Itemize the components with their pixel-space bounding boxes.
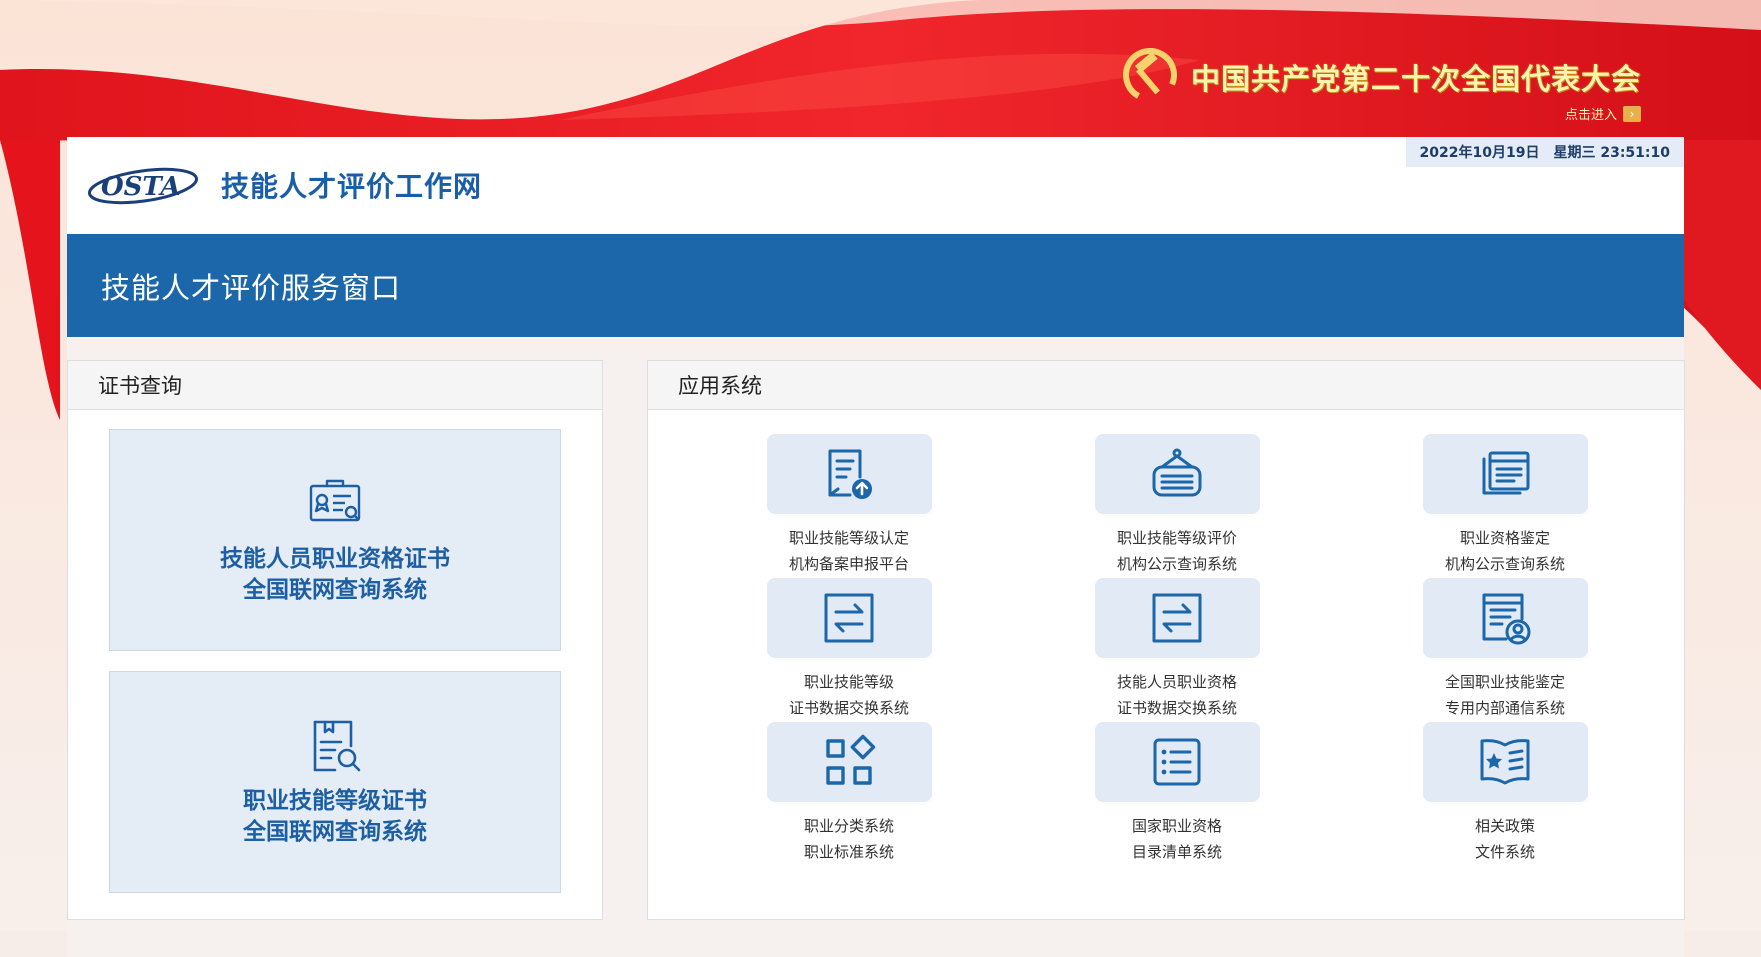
app-label-line1: 职业资格鉴定 [1459, 529, 1550, 547]
app-label-line1: 职业分类系统 [803, 817, 894, 835]
app-label-line1: 全国职业技能鉴定 [1444, 673, 1565, 691]
cert-card-label: 技能人员职业资格证书 全国联网查询系统 [220, 544, 450, 606]
app-icon-box [1094, 434, 1260, 514]
certificate-query-panel: 证书查询 技能人员职业资格证书 全国联网查询系统 职业技能等级证书 全国联网查询… [67, 360, 603, 920]
document-search-icon [313, 720, 361, 772]
current-datetime: 2022年10月19日 星期三 23:51:10 [1405, 137, 1684, 167]
app-label: 相关政策 文件系统 [1475, 813, 1535, 865]
party-banner-title: 中国共产党第二十次全国代表大会 [1190, 62, 1641, 96]
app-label-line2: 机构公示查询系统 [1116, 555, 1237, 573]
app-icon-box [766, 434, 932, 514]
app-item-skill-level-data-exchange[interactable]: 职业技能等级 证书数据交换系统 [739, 578, 959, 721]
app-label: 职业技能等级认定 机构备案申报平台 [789, 525, 909, 577]
svg-text:OSTA: OSTA [101, 172, 181, 202]
app-icon-box [766, 722, 932, 802]
cert-card-line1: 技能人员职业资格证书 [220, 546, 450, 572]
hammer-sickle-icon [1122, 48, 1177, 102]
app-label: 全国职业技能鉴定 专用内部通信系统 [1445, 669, 1565, 721]
main-page: OSTA 技能人才评价工作网 2022年10月19日 星期三 23:51:10 技… [67, 137, 1685, 957]
document-user-icon [1482, 593, 1531, 645]
app-item-skill-level-recognition-filing[interactable]: 职业技能等级认定 机构备案申报平台 [739, 434, 959, 577]
app-item-skill-level-evaluation-public[interactable]: 职业技能等级评价 机构公示查询系统 [1067, 434, 1287, 577]
app-label: 职业资格鉴定 机构公示查询系统 [1445, 525, 1565, 577]
exchange-arrows-icon [1152, 593, 1202, 643]
document-upload-icon [828, 449, 872, 499]
app-label-line2: 目录清单系统 [1131, 843, 1222, 861]
site-title: 技能人才评价工作网 [221, 170, 483, 203]
content-area: 证书查询 技能人员职业资格证书 全国联网查询系统 职业技能等级证书 全国联网查询… [67, 337, 1685, 957]
chevron-right-icon: › [1623, 105, 1641, 122]
app-label-line1: 职业技能等级 [803, 673, 894, 691]
app-item-qualification-appraisal-public[interactable]: 职业资格鉴定 机构公示查询系统 [1395, 434, 1615, 577]
app-label-line1: 技能人员职业资格 [1116, 673, 1237, 691]
app-label: 职业分类系统 职业标准系统 [804, 813, 894, 865]
app-label-line2: 机构公示查询系统 [1444, 555, 1565, 573]
app-item-national-qualification-catalog[interactable]: 国家职业资格 目录清单系统 [1067, 722, 1287, 865]
app-label-line2: 证书数据交换系统 [788, 699, 909, 717]
app-icon-box [1094, 722, 1260, 802]
current-weekday-time: 星期三 23:51:10 [1553, 145, 1670, 161]
app-icon-box [1422, 722, 1588, 802]
app-label: 职业技能等级评价 机构公示查询系统 [1117, 525, 1237, 577]
current-date: 2022年10月19日 [1419, 145, 1540, 161]
app-icon-box [1422, 578, 1588, 658]
stacked-documents-icon [1482, 451, 1530, 495]
app-label: 职业技能等级 证书数据交换系统 [789, 669, 909, 721]
cert-card-line1: 职业技能等级证书 [243, 788, 427, 814]
osta-logo-icon: OSTA [87, 167, 199, 205]
app-item-policy-documents[interactable]: 相关政策 文件系统 [1395, 722, 1615, 865]
app-label-line1: 国家职业资格 [1131, 817, 1222, 835]
enter-link[interactable]: 点击进入 › [1565, 104, 1641, 123]
app-label-line2: 机构备案申报平台 [788, 555, 909, 573]
app-label: 技能人员职业资格 证书数据交换系统 [1117, 669, 1237, 721]
applications-panel: 应用系统 职业技能等级认定 机构备案申报平台 职业技能等级评价 机构公示查询系统… [647, 360, 1685, 920]
app-item-occupation-classification[interactable]: 职业分类系统 职业标准系统 [739, 722, 959, 865]
site-header: OSTA 技能人才评价工作网 2022年10月19日 星期三 23:51:10 [67, 137, 1684, 234]
cert-card-line2: 全国联网查询系统 [243, 577, 427, 603]
party-congress-banner[interactable]: 中国共产党第二十次全国代表大会 点击进入 › [1122, 48, 1641, 123]
exchange-arrows-icon [824, 593, 874, 643]
panel-title-certificate-query: 证书查询 [68, 361, 602, 410]
bulleted-list-icon [1153, 738, 1201, 786]
star-book-icon [1480, 739, 1530, 785]
app-label-line2: 证书数据交换系统 [1116, 699, 1237, 717]
app-item-qualification-data-exchange[interactable]: 技能人员职业资格 证书数据交换系统 [1067, 578, 1287, 721]
app-label-line1: 职业技能等级评价 [1116, 529, 1237, 547]
certificate-search-icon [309, 479, 361, 522]
cert-card-label: 职业技能等级证书 全国联网查询系统 [243, 786, 427, 848]
cert-card-vocational-qualification[interactable]: 技能人员职业资格证书 全国联网查询系统 [109, 429, 561, 651]
app-label-line1: 相关政策 [1474, 817, 1535, 835]
service-window-bar: 技能人才评价服务窗口 [67, 234, 1684, 337]
app-label: 国家职业资格 目录清单系统 [1132, 813, 1222, 865]
app-label-line2: 文件系统 [1474, 843, 1535, 861]
category-grid-icon [826, 734, 876, 785]
app-label-line2: 专用内部通信系统 [1444, 699, 1565, 717]
cert-card-skill-level[interactable]: 职业技能等级证书 全国联网查询系统 [109, 671, 561, 893]
app-icon-box [1422, 434, 1588, 514]
enter-label: 点击进入 [1564, 108, 1617, 123]
app-label-line2: 职业标准系统 [803, 843, 894, 861]
hanging-sign-icon [1152, 448, 1202, 497]
service-window-title: 技能人才评价服务窗口 [101, 270, 402, 305]
app-icon-box [1094, 578, 1260, 658]
site-logo[interactable]: OSTA 技能人才评价工作网 [87, 162, 482, 208]
app-label-line1: 职业技能等级认定 [788, 529, 909, 547]
panel-title-applications: 应用系统 [648, 361, 1684, 410]
app-icon-box [766, 578, 932, 658]
cert-card-line2: 全国联网查询系统 [243, 819, 427, 845]
app-item-internal-communication[interactable]: 全国职业技能鉴定 专用内部通信系统 [1395, 578, 1615, 721]
